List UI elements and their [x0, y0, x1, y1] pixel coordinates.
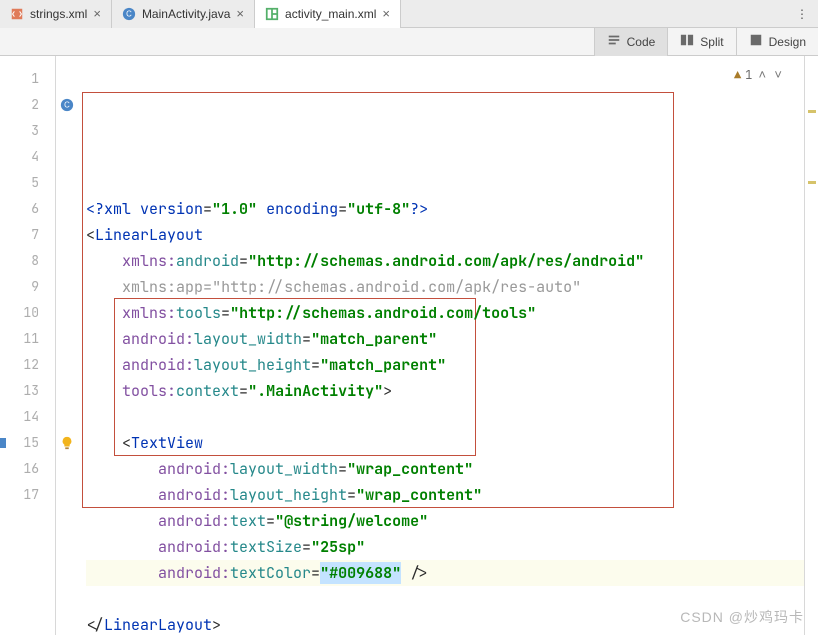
- warning-icon: ▲: [734, 62, 741, 88]
- close-icon[interactable]: ×: [93, 7, 101, 20]
- inspection-summary[interactable]: ▲ 1 ˄ ˅: [734, 62, 784, 88]
- gutter-icon-empty: [56, 300, 78, 326]
- line-number: 4: [6, 144, 55, 170]
- code-line[interactable]: android:layout_width="match_parent": [86, 326, 804, 352]
- line-number: 15: [6, 430, 55, 456]
- class-circle-icon[interactable]: C: [56, 92, 78, 118]
- line-number: 9: [6, 274, 55, 300]
- code-line[interactable]: android:layout_height="match_parent": [86, 352, 804, 378]
- editor-tab-bar: strings.xml × C MainActivity.java × acti…: [0, 0, 818, 28]
- line-number: 12: [6, 352, 55, 378]
- line-number: 11: [6, 326, 55, 352]
- line-number: 5: [6, 170, 55, 196]
- code-line[interactable]: <LinearLayout: [86, 222, 804, 248]
- line-number: 10: [6, 300, 55, 326]
- code-line[interactable]: <TextView: [86, 430, 804, 456]
- line-number-gutter[interactable]: 1234567891011121314151617: [6, 56, 56, 635]
- code-line[interactable]: android:textSize="25sp": [86, 534, 804, 560]
- code-line[interactable]: <?xml version="1.0" encoding="utf-8"?>: [86, 196, 804, 222]
- gutter-icon-column: C: [56, 56, 78, 635]
- tab-strings-xml[interactable]: strings.xml ×: [0, 0, 112, 28]
- code-line[interactable]: tools:context=".MainActivity">: [86, 378, 804, 404]
- line-number: 8: [6, 248, 55, 274]
- split-icon: [680, 33, 694, 50]
- xml-tag-icon: [10, 7, 24, 21]
- gutter-icon-empty: [56, 66, 78, 92]
- gutter-icon-empty: [56, 482, 78, 508]
- chevron-down-icon[interactable]: ˅: [772, 62, 784, 88]
- design-icon: [749, 33, 763, 50]
- gutter-icon-empty: [56, 170, 78, 196]
- code-line[interactable]: android:textColor="#009688" />: [86, 560, 804, 586]
- layout-icon: [265, 7, 279, 21]
- gutter-icon-empty: [56, 196, 78, 222]
- code-icon: [607, 33, 621, 50]
- error-stripe[interactable]: [804, 56, 818, 635]
- gutter-icon-empty: [56, 404, 78, 430]
- line-number: 13: [6, 378, 55, 404]
- code-line[interactable]: [86, 586, 804, 612]
- tab-activity-main-xml[interactable]: activity_main.xml ×: [255, 0, 401, 28]
- gutter-icon-empty: [56, 118, 78, 144]
- code-line[interactable]: android:layout_height="wrap_content": [86, 482, 804, 508]
- code-line[interactable]: xmlns:tools="http://schemas.android.com/…: [86, 300, 804, 326]
- tab-label: activity_main.xml: [285, 7, 376, 21]
- stripe-mark[interactable]: [808, 181, 816, 184]
- code-line[interactable]: [86, 404, 804, 430]
- code-line[interactable]: android:text="@string/welcome": [86, 508, 804, 534]
- tab-overflow-button[interactable]: ⋮: [786, 7, 818, 21]
- code-line[interactable]: xmlns:android="http://schemas.android.co…: [86, 248, 804, 274]
- gutter-icon-empty: [56, 352, 78, 378]
- code-line[interactable]: android:layout_width="wrap_content": [86, 456, 804, 482]
- line-number: 16: [6, 456, 55, 482]
- gutter-icon-empty: [56, 274, 78, 300]
- code-editor[interactable]: ▲ 1 ˄ ˅ <?xml version="1.0" encoding="ut…: [78, 56, 804, 635]
- tab-label: MainActivity.java: [142, 7, 230, 21]
- line-number: 7: [6, 222, 55, 248]
- line-number: 3: [6, 118, 55, 144]
- gutter-icon-empty: [56, 222, 78, 248]
- editor-workspace: 1234567891011121314151617 C ▲ 1 ˄ ˅ <?xm…: [0, 56, 818, 635]
- close-icon[interactable]: ×: [382, 7, 390, 20]
- gutter-icon-empty: [56, 456, 78, 482]
- line-number: 14: [6, 404, 55, 430]
- svg-text:C: C: [126, 9, 132, 18]
- kebab-icon: ⋮: [796, 7, 808, 21]
- ide-root: strings.xml × C MainActivity.java × acti…: [0, 0, 818, 635]
- line-number: 1: [6, 66, 55, 92]
- line-number: 2: [6, 92, 55, 118]
- java-class-icon: C: [122, 7, 136, 21]
- view-mode-label: Design: [769, 35, 806, 49]
- gutter-icon-empty: [56, 378, 78, 404]
- view-mode-design[interactable]: Design: [736, 28, 818, 56]
- line-number: 6: [6, 196, 55, 222]
- code-line[interactable]: xmlns:app="http://schemas.android.com/ap…: [86, 274, 804, 300]
- intention-bulb-icon[interactable]: [56, 430, 78, 456]
- view-mode-split[interactable]: Split: [667, 28, 735, 56]
- view-mode-label: Split: [700, 35, 723, 49]
- gutter-icon-empty: [56, 144, 78, 170]
- close-icon[interactable]: ×: [236, 7, 244, 20]
- view-mode-label: Code: [627, 35, 656, 49]
- svg-text:C: C: [64, 101, 70, 110]
- gutter-icon-empty: [56, 326, 78, 352]
- view-mode-code[interactable]: Code: [594, 28, 668, 56]
- view-mode-bar: Code Split Design: [0, 28, 818, 56]
- stripe-mark[interactable]: [808, 110, 816, 113]
- gutter-icon-empty: [56, 248, 78, 274]
- code-line[interactable]: </LinearLayout>: [86, 612, 804, 635]
- tab-mainactivity-java[interactable]: C MainActivity.java ×: [112, 0, 255, 28]
- warning-count: 1: [745, 62, 752, 88]
- line-number: 17: [6, 482, 55, 508]
- chevron-up-icon[interactable]: ˄: [756, 62, 768, 88]
- tab-label: strings.xml: [30, 7, 87, 21]
